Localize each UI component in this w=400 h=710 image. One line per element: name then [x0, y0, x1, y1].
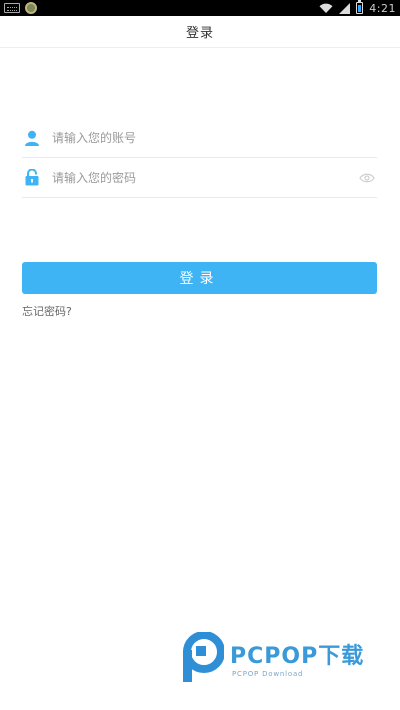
password-field — [22, 158, 377, 198]
watermark: PCPOP下载 PCPOP Download — [180, 632, 385, 687]
status-left — [4, 2, 37, 14]
user-icon — [23, 129, 41, 147]
status-bar: 4:21 — [0, 0, 400, 16]
app-badge-icon — [25, 2, 37, 14]
pcpop-logo-icon — [183, 632, 224, 682]
forgot-password-link[interactable]: 忘记密码? — [22, 303, 72, 319]
wifi-icon — [319, 3, 333, 13]
eye-icon[interactable] — [359, 172, 375, 184]
nav-bar: 登录 — [0, 16, 400, 48]
signal-icon — [339, 2, 351, 14]
account-input[interactable] — [52, 125, 377, 150]
account-field — [22, 118, 377, 158]
keyboard-icon — [4, 3, 20, 13]
page-title: 登录 — [185, 26, 214, 41]
watermark-text: PCPOP下载 PCPOP Download — [230, 644, 365, 679]
login-button[interactable]: 登录 — [22, 262, 377, 294]
status-right: 4:21 — [319, 0, 396, 15]
password-input[interactable] — [52, 165, 359, 190]
status-clock: 4:21 — [369, 1, 396, 15]
watermark-subtitle: PCPOP Download — [232, 670, 304, 678]
watermark-brand: PCPOP下载 — [230, 644, 365, 669]
battery-icon — [356, 0, 364, 14]
lock-icon — [23, 169, 41, 187]
